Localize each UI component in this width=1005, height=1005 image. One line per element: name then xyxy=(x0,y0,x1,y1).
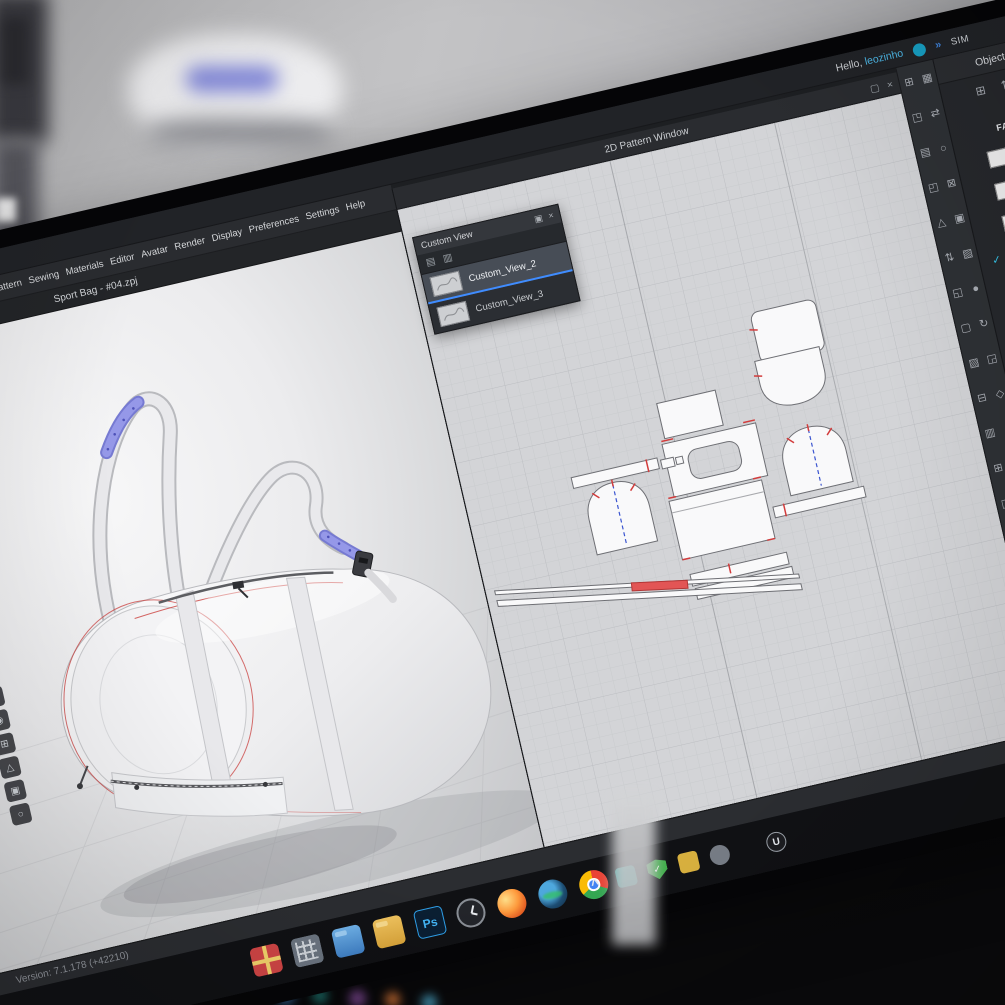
tray-icon-u-badge[interactable]: U xyxy=(764,829,789,854)
taskbar-icon-photoshop[interactable]: Ps xyxy=(412,904,448,940)
simulate-label[interactable]: SIM xyxy=(950,33,970,48)
blurred-dock-icon xyxy=(383,990,402,1005)
viewport-tool-icon[interactable]: ◉ xyxy=(0,708,12,733)
fabric-section-header: FABRIC xyxy=(995,114,1005,133)
custom-view-tool-icon[interactable]: ▥ xyxy=(442,252,454,265)
background-blur xyxy=(0,0,48,142)
window-control-icon[interactable]: ▢ xyxy=(869,82,881,95)
window-control-icon[interactable]: × xyxy=(886,79,894,91)
viewport-tool-icon[interactable]: △ xyxy=(0,755,22,780)
screen-reflection xyxy=(612,795,656,945)
custom-view-tool-icon[interactable]: ▤ xyxy=(425,256,437,269)
menu-item[interactable]: Pattern xyxy=(0,277,23,295)
background-bag-strap-blur xyxy=(186,66,278,92)
panel-tool-icon[interactable]: ⊞ xyxy=(974,83,987,99)
viewport-tool-icon[interactable]: ▣ xyxy=(3,778,28,803)
background-bag-blur xyxy=(128,34,342,146)
fabric-swatch-color xyxy=(986,143,1005,169)
menu-item[interactable]: Help xyxy=(345,198,367,213)
menu-item[interactable]: Render xyxy=(173,235,206,253)
panel-tool-icon[interactable]: ⇅ xyxy=(1000,77,1005,93)
tray-icon-gray-app[interactable] xyxy=(707,842,732,867)
menu-item[interactable]: Editor xyxy=(109,251,136,267)
background-blur xyxy=(148,118,332,148)
blurred-dock-icon xyxy=(347,987,368,1005)
panel-header-icon[interactable]: × xyxy=(547,210,555,222)
taskbar-icon-calculator[interactable] xyxy=(289,933,325,969)
taskbar-icon-files-blue[interactable] xyxy=(330,923,366,959)
viewport-tool-icon[interactable]: ⊞ xyxy=(0,732,17,757)
menu-item[interactable]: Preferences xyxy=(248,213,300,235)
taskbar-icon-firefox[interactable] xyxy=(494,886,530,921)
taskbar-icon-clock[interactable] xyxy=(453,895,489,931)
menu-item[interactable]: Avatar xyxy=(140,244,169,261)
menu-item[interactable]: Sewing xyxy=(27,269,60,287)
fabric-swatch-row[interactable]: ✓ ##fab xyxy=(955,106,1005,183)
account-icon[interactable] xyxy=(911,41,927,58)
background-blur xyxy=(0,198,16,222)
tool-icon[interactable]: ⊞ xyxy=(987,456,1005,482)
tray-icon-yellow-app[interactable] xyxy=(676,850,701,875)
taskbar-icon-globe[interactable] xyxy=(535,876,571,912)
menu-item[interactable]: Settings xyxy=(305,204,341,222)
fabric-swatch-color xyxy=(1001,208,1005,233)
fabric-swatch-color xyxy=(993,175,1005,201)
photo-of-monitor: Hello, leozinho » SIM Pattern Sewing Mater… xyxy=(0,0,1005,1005)
taskbar-icon-gift[interactable] xyxy=(248,942,284,978)
menu-item[interactable]: Materials xyxy=(65,259,105,278)
menu-item[interactable]: Display xyxy=(211,227,244,245)
chevrons-icon[interactable]: » xyxy=(934,39,943,52)
view-thumbnail xyxy=(429,270,464,297)
check-icon: ✓ xyxy=(990,253,1003,268)
view-thumbnail xyxy=(436,300,471,328)
username: leozinho xyxy=(863,47,905,68)
panel-header-icon[interactable]: ▣ xyxy=(533,212,544,225)
greeting-text: Hello, leozinho xyxy=(834,47,905,75)
blurred-dock-icon xyxy=(420,993,439,1005)
monitor-screen: Hello, leozinho » SIM Pattern Sewing Mater… xyxy=(0,0,1005,1005)
taskbar-icon-folder-yellow[interactable] xyxy=(371,914,407,950)
background-blur xyxy=(2,18,28,84)
